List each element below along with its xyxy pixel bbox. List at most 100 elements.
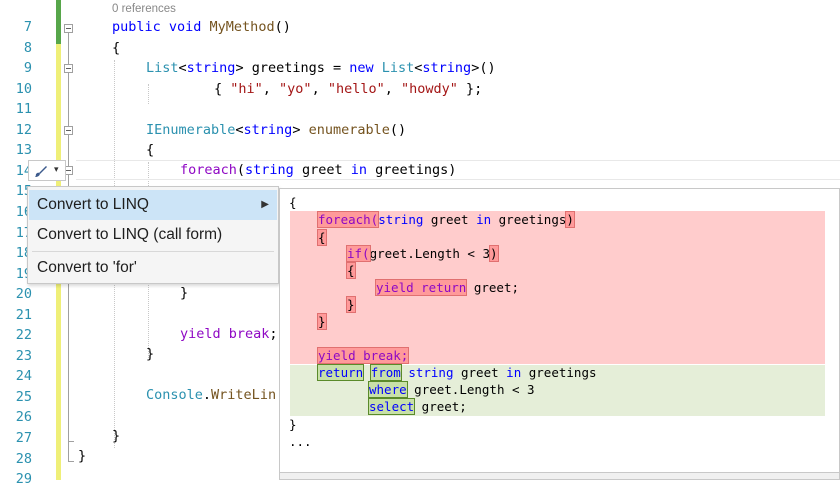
code-line-28[interactable]: } <box>78 448 86 464</box>
diff-token: greetings <box>521 365 597 380</box>
code-token: }; <box>457 81 483 97</box>
code-line-23[interactable]: } <box>146 346 154 362</box>
code-line-27[interactable]: } <box>112 428 120 444</box>
line-number: 10 <box>15 80 32 97</box>
line-number: 24 <box>15 368 32 385</box>
menu-item-label: Convert to LINQ <box>37 196 149 213</box>
diff-token: greet.Length < 3 <box>369 246 490 261</box>
diff-token: yield return <box>374 279 468 296</box>
code-token: () <box>389 122 407 138</box>
line-number: 25 <box>15 388 32 405</box>
preview-added-select: select greet; <box>367 398 467 415</box>
line-number: 9 <box>23 60 32 77</box>
preview-close-brace: } <box>289 417 297 432</box>
line-number: 22 <box>15 327 32 344</box>
code-token: () <box>274 19 291 35</box>
code-token: public void <box>112 19 210 35</box>
code-token: > greetings = <box>235 60 350 76</box>
diff-token: string <box>408 365 454 380</box>
line-number: 26 <box>15 409 32 426</box>
code-token: List <box>381 60 415 76</box>
code-token: foreach <box>180 162 237 178</box>
code-token: MyMethod <box>209 19 275 35</box>
code-line-13[interactable]: { <box>146 142 154 158</box>
menu-item-convert-to-for[interactable]: Convert to 'for' <box>29 253 277 283</box>
diff-token: return <box>316 364 365 381</box>
code-line-20[interactable]: } <box>180 285 188 301</box>
diff-token: yield break; <box>316 347 410 364</box>
collapse-icon[interactable] <box>64 64 73 73</box>
code-token: string <box>186 60 236 76</box>
code-token: enumerable <box>308 122 390 138</box>
collapse-icon[interactable] <box>64 126 73 135</box>
code-token: , <box>384 81 401 97</box>
line-number: 8 <box>23 39 32 56</box>
code-token: in <box>350 162 367 178</box>
code-line-9[interactable]: List<string> greetings = new List<string… <box>146 60 496 76</box>
preview-added-return: return from string greet in greetings <box>316 364 597 381</box>
line-number: 20 <box>15 286 32 303</box>
diff-token: where <box>368 381 408 398</box>
diff-token: select <box>367 398 416 415</box>
code-token: "hi" <box>230 81 263 97</box>
code-line-12[interactable]: IEnumerable<string> enumerable() <box>146 122 406 138</box>
code-token: , <box>262 81 280 97</box>
diff-token: ) <box>565 211 575 228</box>
quick-actions-button[interactable]: ▾ <box>28 160 66 181</box>
code-token: greetings) <box>367 162 457 178</box>
code-token: "hello" <box>327 81 385 97</box>
code-line-25[interactable]: Console.WriteLin <box>146 387 276 403</box>
line-number: 28 <box>15 450 32 467</box>
diff-token: from <box>369 364 402 381</box>
diff-token: greet; <box>466 280 519 295</box>
removed-code-band <box>290 211 825 364</box>
preview-removed-yield-return: yield return greet; <box>374 279 519 296</box>
code-token: Console <box>146 387 203 403</box>
menu-item-convert-to-linq[interactable]: Convert to LINQ ▶ <box>29 190 277 220</box>
code-line-14[interactable]: foreach(string greet in greetings) <box>180 162 456 178</box>
indent-guide <box>148 84 149 104</box>
code-token: string <box>245 162 294 178</box>
code-token: "yo" <box>279 81 312 97</box>
code-token: string <box>243 122 293 138</box>
diff-token: greet.Length < 3 <box>406 382 535 397</box>
code-line-8[interactable]: { <box>112 40 120 56</box>
preview-removed-close: } <box>317 313 327 330</box>
code-line-7[interactable]: public void MyMethod() <box>112 19 291 35</box>
preview-removed-brace: { <box>317 229 327 246</box>
code-line-22[interactable]: yield break; <box>180 326 278 342</box>
chevron-down-icon: ▾ <box>54 165 59 175</box>
quick-actions-menu: Convert to LINQ ▶ Convert to LINQ (call … <box>27 186 279 284</box>
preview-added-where: where greet.Length < 3 <box>368 381 535 398</box>
diff-token: string <box>378 212 424 227</box>
menu-item-convert-to-linq-call-form[interactable]: Convert to LINQ (call form) <box>29 220 277 250</box>
line-number: 7 <box>23 19 32 35</box>
codelens-references[interactable]: 0 references <box>112 3 176 15</box>
diff-token: greet <box>453 365 507 380</box>
menu-item-label: Convert to 'for' <box>37 259 137 276</box>
code-token: . <box>202 387 212 403</box>
code-token: > <box>292 122 309 138</box>
code-token: List <box>146 60 179 76</box>
diff-token: ) <box>489 245 499 262</box>
code-token: < <box>178 60 187 76</box>
code-token: WriteLin <box>211 387 277 403</box>
fold-guide-end <box>68 441 74 442</box>
code-token: ( <box>236 162 246 178</box>
line-number: 27 <box>15 430 32 446</box>
preview-pane: { foreach(string greet in greetings) { i… <box>279 188 840 480</box>
code-token: < <box>235 122 244 138</box>
code-token: IEnumerable <box>146 122 236 138</box>
preview-removed-inner-close: } <box>346 296 356 313</box>
code-token: , <box>311 81 328 97</box>
preview-scrollbar[interactable] <box>280 472 839 479</box>
code-token: { <box>214 81 231 97</box>
code-line-10[interactable]: { "hi", "yo", "hello", "howdy" }; <box>214 81 482 97</box>
fold-guide-end <box>68 461 74 462</box>
collapse-icon[interactable] <box>64 24 73 33</box>
diff-token: } <box>317 313 327 330</box>
diff-token: in <box>506 365 522 380</box>
diff-token: if( <box>346 245 371 262</box>
preview-removed-foreach: foreach(string greet in greetings) <box>316 211 575 228</box>
diff-token: foreach( <box>316 211 380 228</box>
